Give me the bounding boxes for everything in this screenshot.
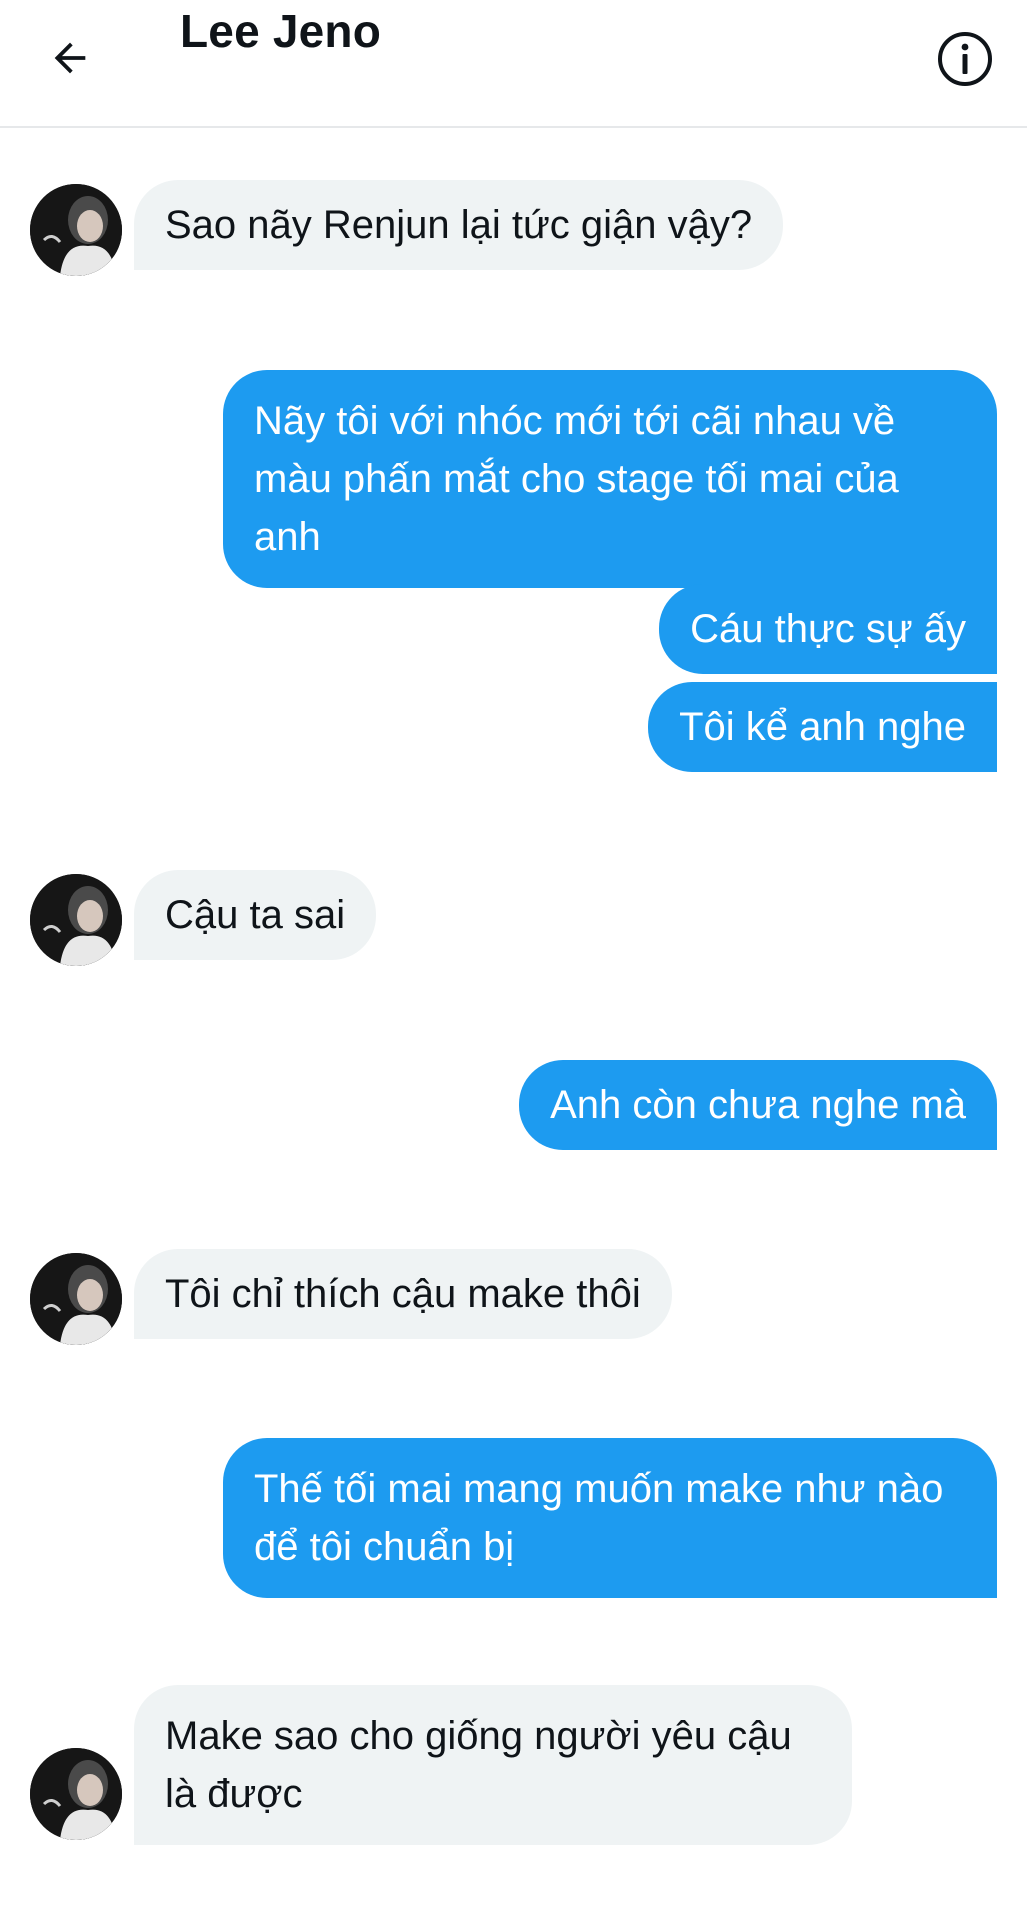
arrow-left-icon <box>47 35 93 86</box>
info-circle-icon <box>936 32 994 92</box>
avatar[interactable] <box>30 874 122 966</box>
message-bubble-incoming[interactable]: Make sao cho giống người yêu cậu là được <box>134 1685 852 1845</box>
message-bubble-incoming[interactable]: Sao nãy Renjun lại tức giận vậy? <box>134 180 784 270</box>
conversation-header: Lee Jeno <box>0 0 1027 128</box>
message-bubble-outgoing[interactable]: Cáu thực sự ấy <box>659 584 997 674</box>
message-bubble-incoming[interactable]: Tôi chỉ thích cậu make thôi <box>134 1249 672 1339</box>
conversation-title: Lee Jeno <box>180 5 382 57</box>
avatar[interactable] <box>30 1748 122 1840</box>
avatar[interactable] <box>30 184 122 276</box>
message-bubble-outgoing[interactable]: Thế tối mai mang muốn make như nào để tô… <box>223 1438 997 1598</box>
message-bubble-outgoing[interactable]: Nãy tôi với nhóc mới tới cãi nhau về màu… <box>223 370 997 588</box>
info-button[interactable] <box>936 30 994 88</box>
message-bubble-incoming[interactable]: Cậu ta sai <box>134 870 377 960</box>
message-bubble-outgoing[interactable]: Tôi kể anh nghe <box>648 682 997 772</box>
message-bubble-outgoing[interactable]: Anh còn chưa nghe mà <box>519 1060 997 1150</box>
avatar[interactable] <box>30 1253 122 1345</box>
back-button[interactable] <box>44 34 96 86</box>
